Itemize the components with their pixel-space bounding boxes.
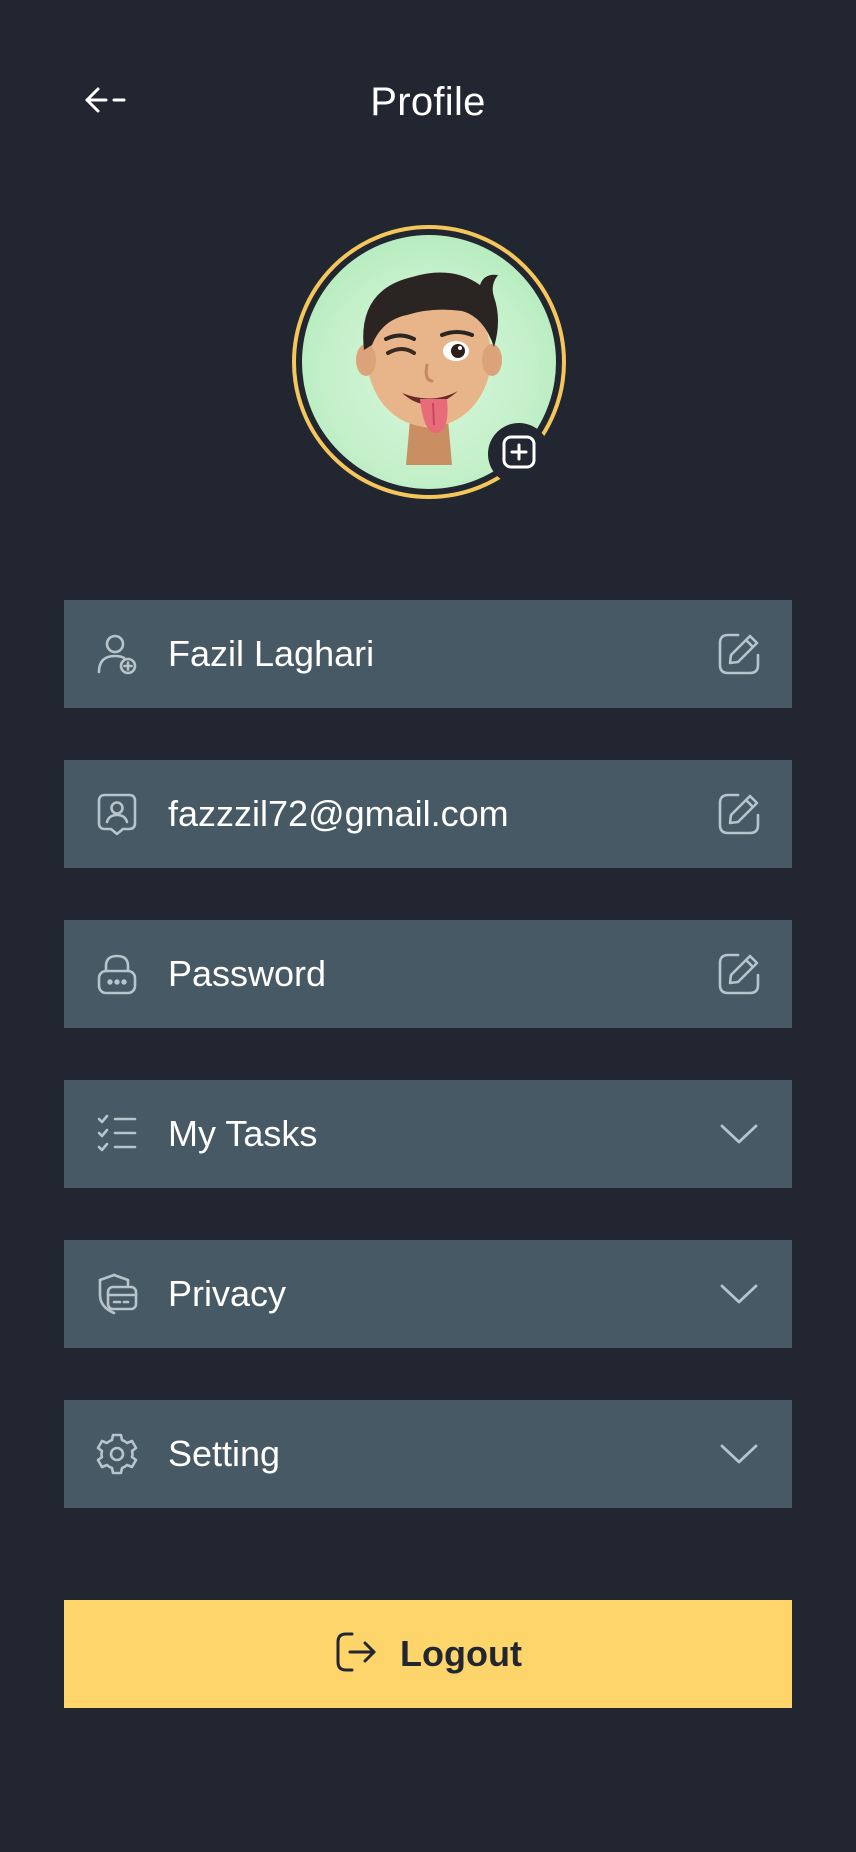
email-field-row[interactable]: fazzzil72@gmail.com [64,760,792,868]
edit-icon[interactable] [714,629,764,679]
page-title: Profile [370,80,486,124]
chevron-down-icon[interactable] [714,1429,764,1479]
password-field-row[interactable]: Password [64,920,792,1028]
plus-square-icon [500,433,538,476]
password-field-label: Password [168,953,327,994]
chevron-down-icon[interactable] [714,1269,764,1319]
add-photo-button[interactable] [488,423,550,485]
menu-item-setting[interactable]: Setting [64,1400,792,1508]
logout-label: Logout [400,1633,522,1674]
gear-icon [92,1429,142,1479]
logout-content: Logout [334,1630,522,1679]
privacy-shield-icon [92,1269,142,1319]
chevron-down-icon[interactable] [714,1109,764,1159]
menu-item-label: Privacy [168,1273,287,1314]
task-list-icon [92,1109,142,1159]
logout-icon [334,1630,378,1679]
profile-avatar-container [292,225,566,499]
menu-item-label: My Tasks [168,1113,318,1154]
edit-icon[interactable] [714,949,764,999]
edit-icon[interactable] [714,789,764,839]
user-add-icon [92,629,142,679]
logout-button[interactable]: Logout [64,1600,792,1708]
contact-card-icon [92,789,142,839]
lock-icon [92,949,142,999]
name-field-row[interactable]: Fazil Laghari [64,600,792,708]
app-header: Profile [0,0,856,200]
menu-item-my-tasks[interactable]: My Tasks [64,1080,792,1188]
email-field-label: fazzzil72@gmail.com [168,793,509,834]
name-field-label: Fazil Laghari [168,633,375,674]
menu-item-privacy[interactable]: Privacy [64,1240,792,1348]
menu-item-label: Setting [168,1433,281,1474]
